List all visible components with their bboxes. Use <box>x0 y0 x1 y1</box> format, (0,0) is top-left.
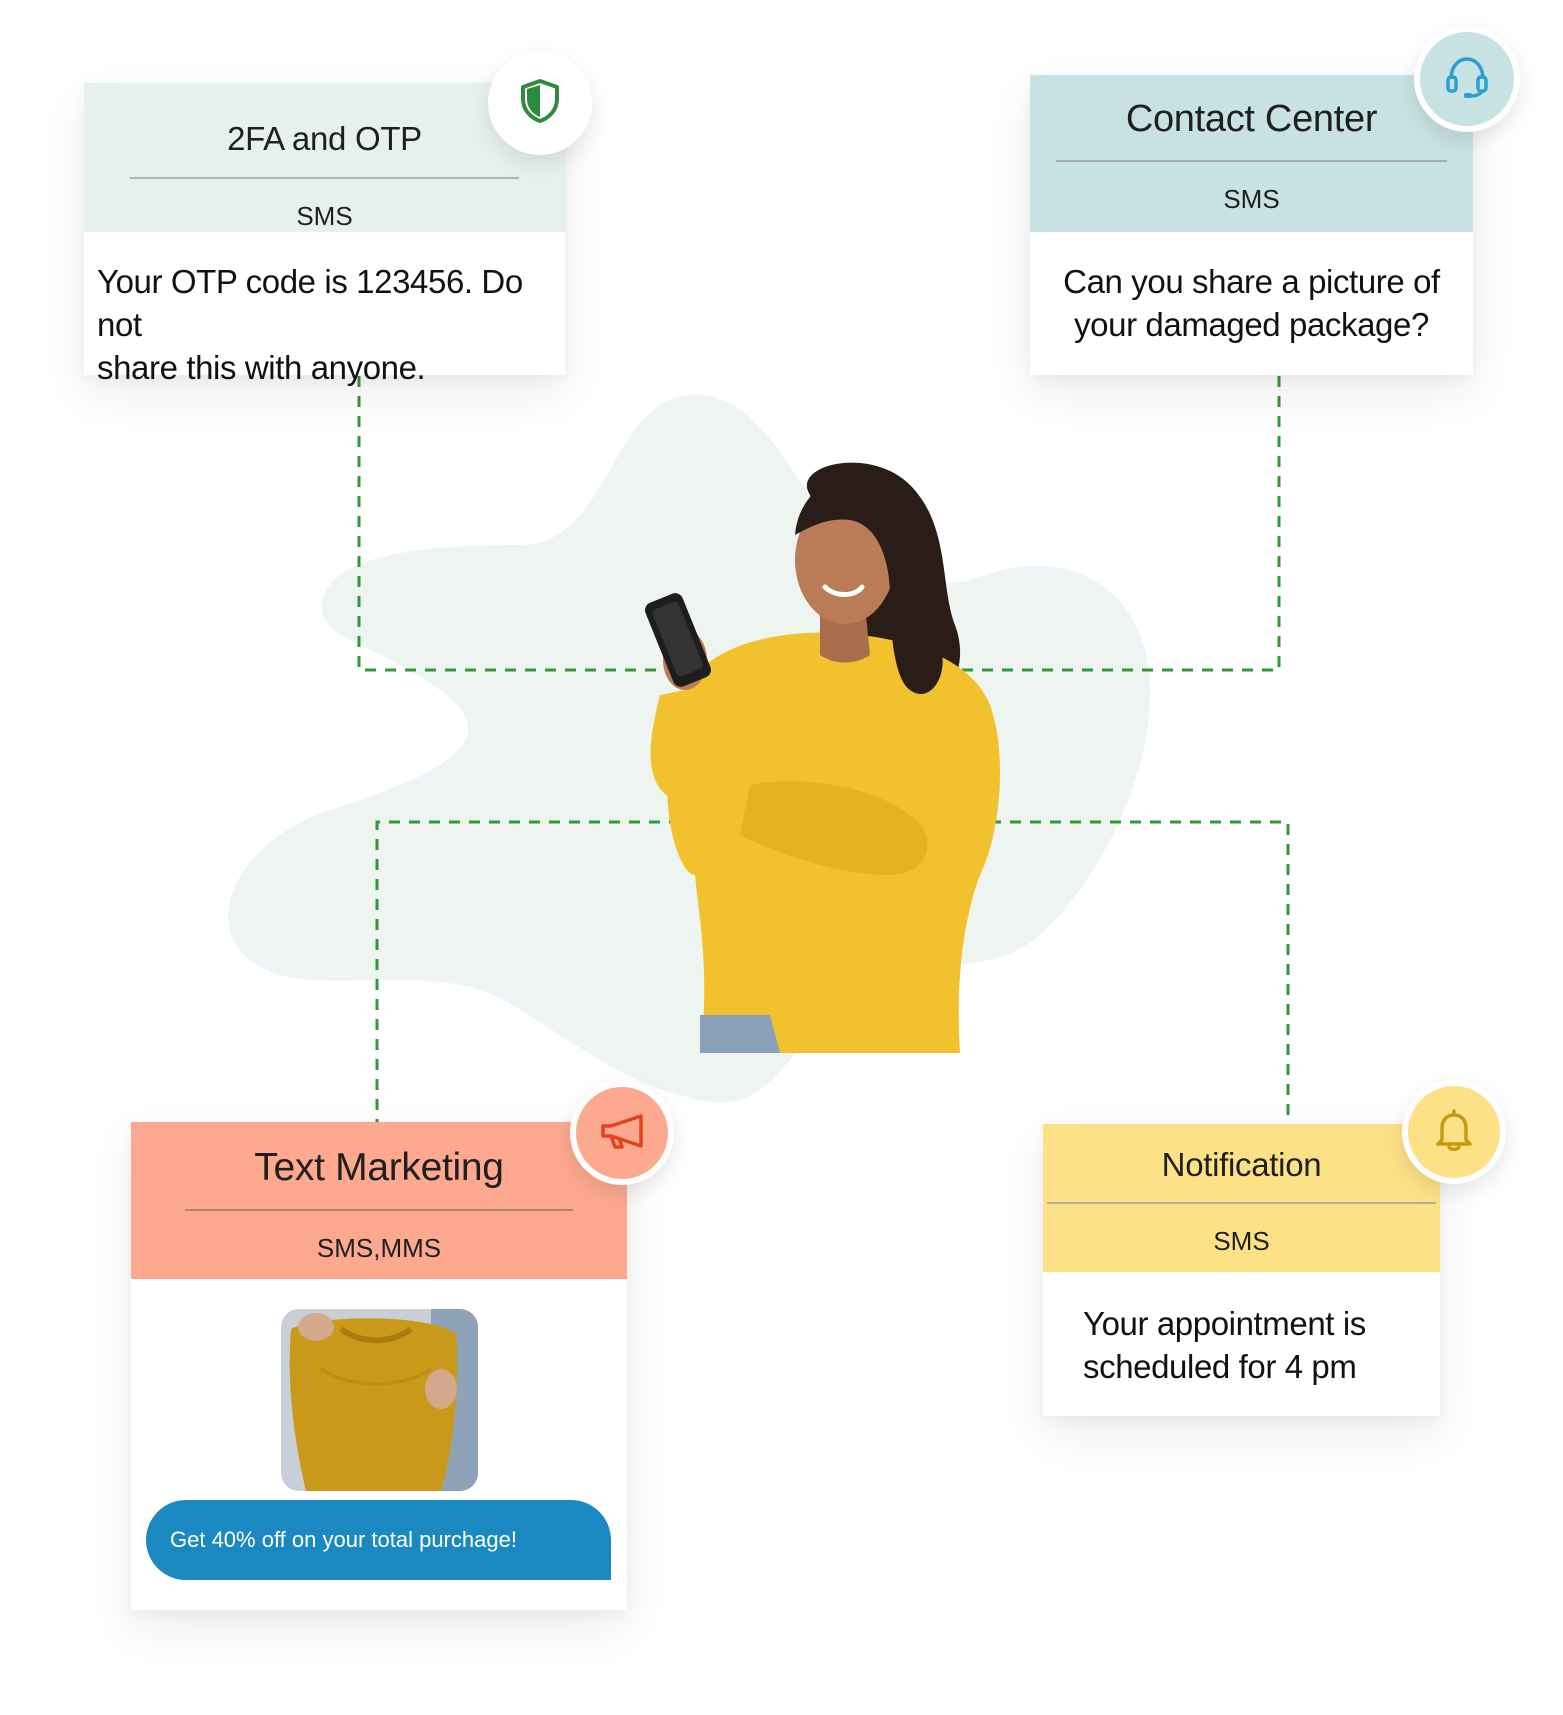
contact-card-channel: SMS <box>1223 184 1280 214</box>
headset-icon <box>1444 55 1490 104</box>
sweater-product-image <box>281 1309 478 1491</box>
otp-badge <box>488 51 592 155</box>
contact-badge <box>1414 26 1520 132</box>
notification-message-line-1: Your appointment is <box>1083 1305 1366 1342</box>
notification-card-header: Notification SMS <box>1043 1124 1440 1272</box>
contact-message-line-2: your damaged package? <box>1074 306 1429 343</box>
otp-card-message: Your OTP code is 123456. Do not share th… <box>84 232 565 389</box>
otp-card-channel: SMS <box>296 201 353 231</box>
notification-card-channel: SMS <box>1213 1226 1270 1256</box>
marketing-badge <box>570 1081 674 1185</box>
marketing-card-divider <box>185 1209 573 1211</box>
contact-message-line-1: Can you share a picture of <box>1063 263 1440 300</box>
contact-center-card: Contact Center SMS Can you share a pictu… <box>1030 75 1473 375</box>
notification-card: Notification SMS Your appointment is sch… <box>1043 1124 1440 1416</box>
text-marketing-card: Text Marketing SMS,MMS Get 40% off on yo… <box>131 1122 627 1610</box>
contact-card-message: Can you share a picture of your damaged … <box>1030 232 1473 346</box>
contact-card-title: Contact Center <box>1125 98 1378 140</box>
woman-with-phone-image <box>640 455 1020 1053</box>
marketing-card-channel: SMS,MMS <box>316 1233 442 1263</box>
megaphone-icon <box>597 1111 647 1156</box>
notification-card-title: Notification <box>1161 1146 1322 1183</box>
otp-message-line-2: share this with anyone. <box>97 349 426 386</box>
promo-message-bubble: Get 40% off on your total purchage! <box>146 1500 611 1580</box>
notification-badge <box>1402 1080 1506 1184</box>
bell-icon <box>1434 1108 1474 1157</box>
otp-message-line-1: Your OTP code is 123456. Do not <box>97 263 523 343</box>
contact-card-header: Contact Center SMS <box>1030 75 1473 232</box>
shield-icon <box>520 78 560 128</box>
contact-card-divider <box>1056 160 1447 162</box>
marketing-card-title: Text Marketing <box>254 1146 504 1189</box>
notification-card-message: Your appointment is scheduled for 4 pm <box>1043 1272 1440 1388</box>
notification-card-divider <box>1047 1202 1436 1204</box>
notification-message-line-2: scheduled for 4 pm <box>1083 1348 1357 1385</box>
otp-card-divider <box>130 177 519 179</box>
marketing-card-header: Text Marketing SMS,MMS <box>131 1122 627 1279</box>
